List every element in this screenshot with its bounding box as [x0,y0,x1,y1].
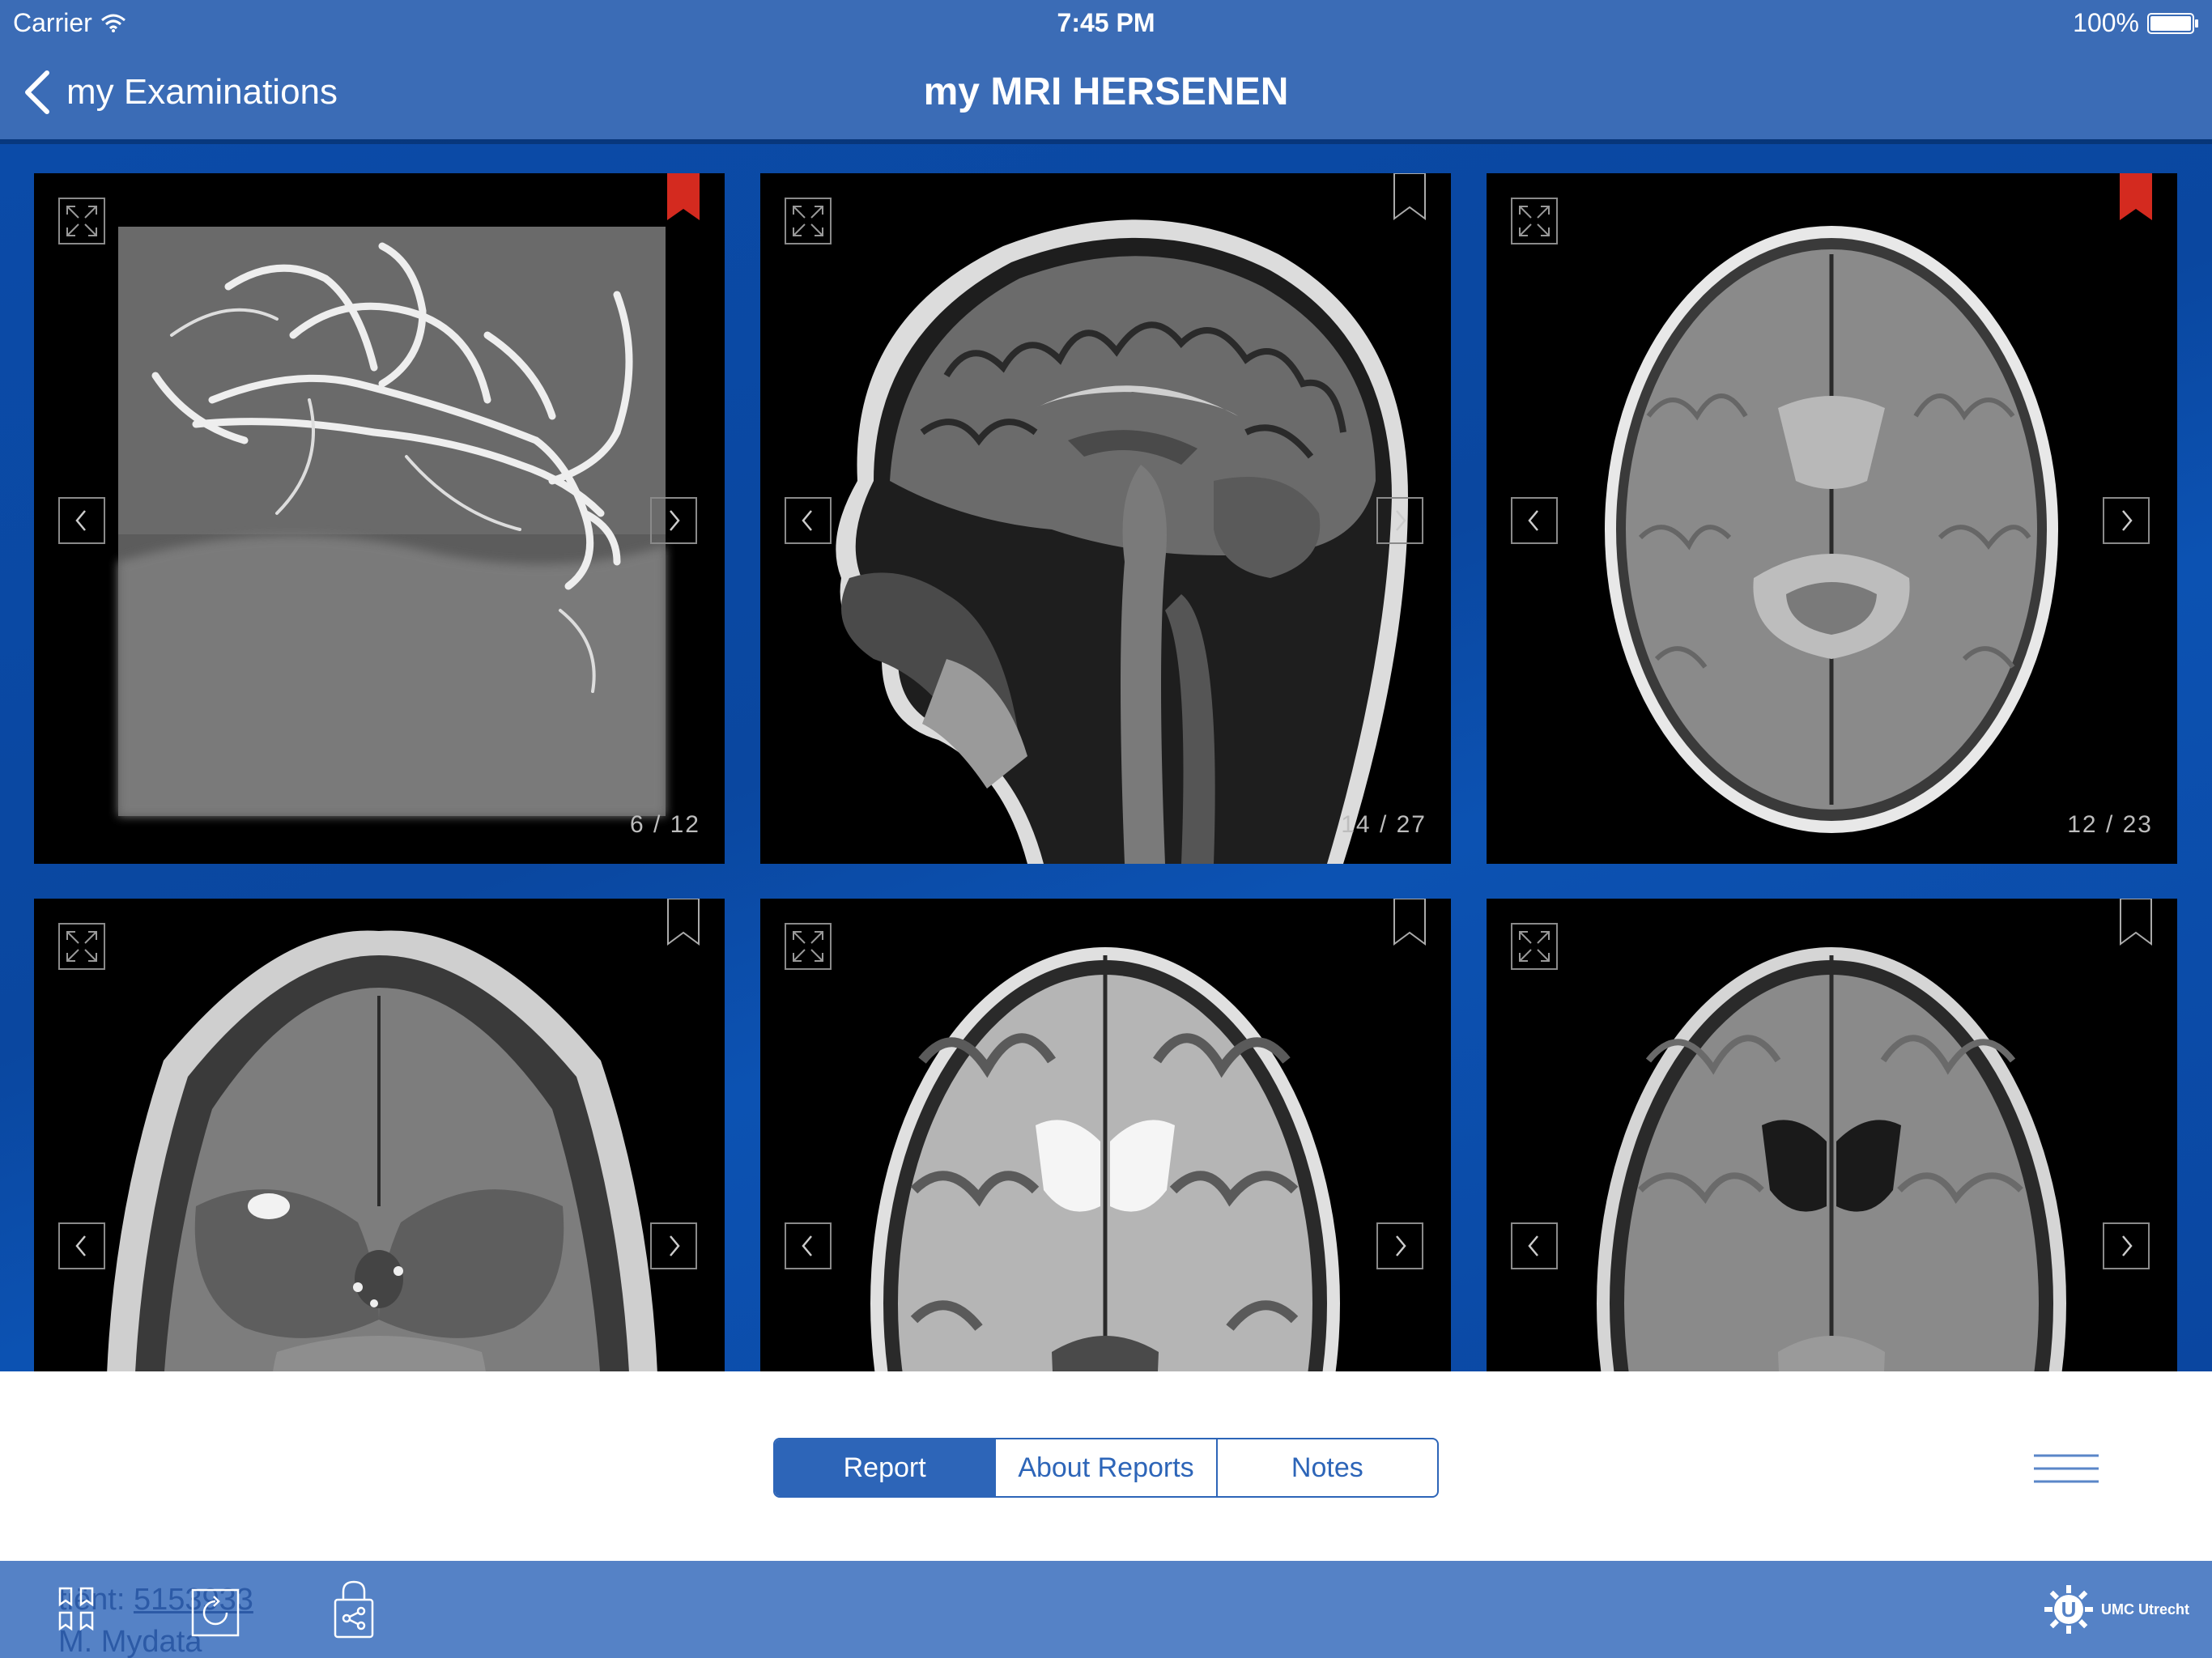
bookmark-icon[interactable] [1393,899,1427,947]
chevron-right-icon [670,1235,680,1256]
previous-slice-button[interactable] [1511,497,1558,544]
expand-button[interactable] [1511,923,1558,970]
expand-icon [66,206,97,236]
next-slice-button[interactable] [650,1222,697,1269]
expand-button[interactable] [785,198,832,244]
scan-tile-1[interactable]: 6 / 12 [34,173,725,864]
chevron-left-icon [75,1235,86,1256]
bookmark-icon[interactable] [1393,173,1427,222]
chevron-left-icon [1528,510,1538,531]
navigation-bar: my Examinations my MRI HERSENEN [0,45,2212,139]
clock: 7:45 PM [1057,8,1155,37]
bookmark-icon[interactable] [666,899,700,947]
chevron-right-icon [1396,510,1406,531]
scan-grid: 6 / 12 14 / 27 12 / 23 [0,139,2212,1371]
scan-tile-5[interactable] [760,899,1451,1371]
tab-report[interactable]: Report [775,1439,995,1496]
angiogram-image [118,227,666,816]
bookmarks-grid-icon[interactable] [57,1585,97,1634]
chevron-left-icon [75,510,86,531]
scan-tile-4[interactable] [34,899,725,1371]
next-slice-button[interactable] [1376,497,1423,544]
expand-icon [793,206,823,236]
brand-name: UMC Utrecht [2100,1601,2189,1618]
next-slice-button[interactable] [2103,1222,2150,1269]
previous-slice-button[interactable] [58,497,105,544]
chevron-left-icon [802,510,812,531]
previous-slice-button[interactable] [785,497,832,544]
chevron-left-icon [1528,1235,1538,1256]
share-lock-icon[interactable] [332,1577,376,1642]
expand-button[interactable] [58,923,105,970]
expand-icon [66,931,97,962]
slice-counter: 6 / 12 [629,811,700,838]
expand-button[interactable] [1511,198,1558,244]
nav-shadow [0,139,2212,144]
skull-base-mri-image [107,930,657,1371]
axial-mri-image [1605,226,2058,833]
expand-icon [1519,931,1550,962]
slice-counter: 14 / 27 [1341,811,1427,838]
tab-about-reports[interactable]: About Reports [994,1439,1215,1496]
bookmark-icon[interactable] [666,173,700,222]
umc-logo-icon: U [2044,1585,2093,1634]
sagittal-mri-image [836,219,1408,864]
chevron-right-icon [2122,1235,2133,1256]
next-slice-button[interactable] [650,497,697,544]
previous-slice-button[interactable] [785,1222,832,1269]
bottom-toolbar: tiënt: 5153933 M. Mydata U UMC Utrecht [0,1561,2212,1658]
battery-indicator: 100% [2073,8,2199,38]
page-title: my MRI HERSENEN [923,70,1289,113]
hamburger-menu-icon[interactable] [2034,1452,2099,1485]
umc-utrecht-logo: U UMC Utrecht [2043,1584,2189,1635]
bookmark-icon[interactable] [2119,173,2153,222]
chevron-left-icon [802,1235,812,1256]
bottom-panel: Report About Reports Notes [0,1371,2212,1561]
battery-icon [2147,12,2198,34]
next-slice-button[interactable] [1376,1222,1423,1269]
battery-label: 100% [2073,8,2139,37]
expand-button[interactable] [785,923,832,970]
next-slice-button[interactable] [2103,497,2150,544]
scan-tile-6[interactable] [1487,899,2177,1371]
svg-text:U: U [2061,1597,2077,1622]
axial-flair-mri-image [1597,947,2066,1371]
status-bar: Carrier 7:45 PM 100% [0,0,2212,45]
report-tabs: Report About Reports Notes [773,1438,1439,1498]
expand-icon [793,931,823,962]
scan-tile-2[interactable]: 14 / 27 [760,173,1451,864]
expand-icon [1519,206,1550,236]
axial-t2-mri-image [870,947,1340,1371]
tab-notes[interactable]: Notes [1215,1439,1437,1496]
previous-slice-button[interactable] [58,1222,105,1269]
previous-slice-button[interactable] [1511,1222,1558,1269]
chevron-right-icon [1396,1235,1406,1256]
chevron-right-icon [2122,510,2133,531]
scan-tile-3[interactable]: 12 / 23 [1487,173,2177,864]
expand-button[interactable] [58,198,105,244]
bookmark-icon[interactable] [2119,899,2153,947]
chevron-right-icon [670,510,680,531]
history-icon[interactable] [191,1588,240,1637]
slice-counter: 12 / 23 [2067,811,2153,838]
